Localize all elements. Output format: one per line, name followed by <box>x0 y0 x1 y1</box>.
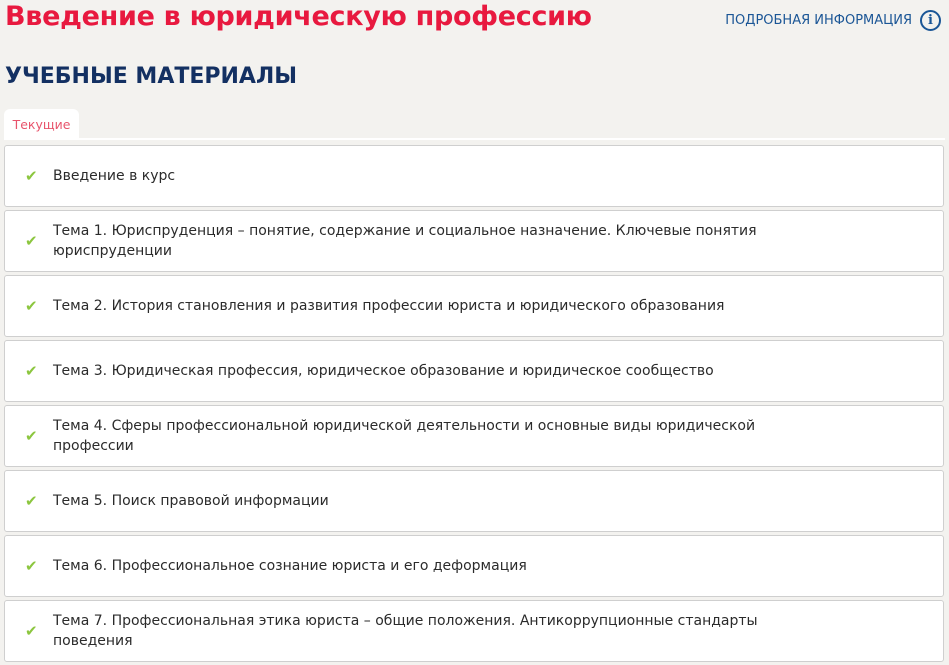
course-title: Введение в юридическую профессию <box>5 1 592 32</box>
check-icon: ✔ <box>25 232 38 250</box>
list-item[interactable]: ✔ Тема 1. Юриспруденция – понятие, содерж… <box>4 210 944 272</box>
list-item[interactable]: ✔ Тема 3. Юридическая профессия, юридичес… <box>4 340 944 402</box>
item-label: Тема 7. Профессиональная этика юриста – … <box>53 613 758 649</box>
list-item[interactable]: ✔ Тема 7. Профессиональная этика юриста –… <box>4 600 944 662</box>
item-label: Тема 5. Поиск правовой информации <box>53 493 329 509</box>
check-icon: ✔ <box>25 492 38 510</box>
materials-list: ✔ Введение в курс ✔ Тема 1. Юриспруденция … <box>4 145 944 665</box>
check-icon: ✔ <box>25 297 38 315</box>
item-label: Тема 1. Юриспруденция – понятие, содержа… <box>53 223 757 259</box>
item-label: Тема 3. Юридическая профессия, юридическ… <box>53 363 714 379</box>
tab-current[interactable]: Текущие <box>4 109 79 139</box>
info-icon: i <box>920 10 941 31</box>
list-item[interactable]: ✔ Тема 2. История становления и развития … <box>4 275 944 337</box>
tab-divider <box>4 138 945 140</box>
list-item[interactable]: ✔ Введение в курс <box>4 145 944 207</box>
list-item[interactable]: ✔ Тема 5. Поиск правовой информации <box>4 470 944 532</box>
check-icon: ✔ <box>25 622 38 640</box>
item-label: Тема 6. Профессиональное сознание юриста… <box>53 558 527 574</box>
list-item[interactable]: ✔ Тема 6. Профессиональное сознание юрист… <box>4 535 944 597</box>
item-label: Тема 2. История становления и развития п… <box>53 298 725 314</box>
item-label: Тема 4. Сферы профессиональной юридическ… <box>53 418 756 454</box>
item-label: Введение в курс <box>53 168 176 184</box>
check-icon: ✔ <box>25 167 38 185</box>
check-icon: ✔ <box>25 557 38 575</box>
more-info-label: ПОДРОБНАЯ ИНФОРМАЦИЯ <box>725 13 912 28</box>
list-item[interactable]: ✔ Тема 4. Сферы профессиональной юридичес… <box>4 405 944 467</box>
more-info-link[interactable]: ПОДРОБНАЯ ИНФОРМАЦИЯ i <box>725 10 941 31</box>
check-icon: ✔ <box>25 427 38 445</box>
check-icon: ✔ <box>25 362 38 380</box>
section-title: УЧЕБНЫЕ МАТЕРИАЛЫ <box>5 64 298 89</box>
